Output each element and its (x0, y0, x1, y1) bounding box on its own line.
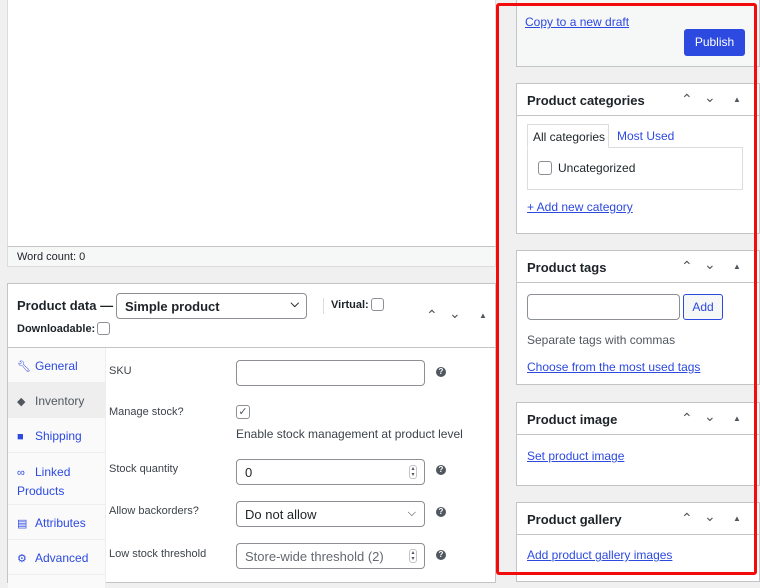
collapse-toggle-icon[interactable]: ▲ (479, 311, 487, 320)
manage-stock-label: Manage stock? (109, 406, 184, 418)
downloadable-label: Downloadable: (17, 323, 96, 335)
help-icon[interactable]: ? (436, 507, 446, 517)
tab-label: Products (17, 484, 65, 498)
divider (323, 298, 324, 314)
downloadable-checkbox[interactable] (97, 322, 111, 335)
word-count: Word count: 0 (7, 246, 496, 267)
tab-label: General (35, 359, 78, 373)
virtual-label: Virtual: (331, 299, 369, 311)
gear-icon: ⚙ (17, 553, 27, 565)
tab-linked-products[interactable]: ∞ Linked Products (8, 453, 106, 505)
product-gallery-header: Product gallery ⌃ ⌄ ▲ (517, 503, 759, 535)
move-up-icon[interactable]: ⌃ (681, 258, 693, 275)
truck-icon: ■ (17, 431, 24, 443)
copy-to-draft-link[interactable]: Copy to a new draft (525, 15, 629, 29)
product-categories-header: Product categories ⌃ ⌄ ▲ (517, 84, 759, 116)
product-gallery-box: Product gallery ⌃ ⌄ ▲ Add product galler… (516, 502, 760, 582)
tab-most-used[interactable]: Most Used (617, 129, 674, 143)
publish-box: Copy to a new draft Publish (516, 0, 760, 67)
move-down-icon[interactable]: ⌄ (704, 508, 716, 525)
category-label: Uncategorized (558, 161, 636, 175)
help-icon[interactable]: ? (436, 550, 446, 560)
sku-input[interactable] (236, 360, 425, 386)
tab-label: Inventory (35, 394, 85, 408)
choose-most-used-tags-link[interactable]: Choose from the most used tags (527, 360, 700, 374)
backorders-value: Do not allow (245, 507, 317, 522)
wrench-icon: 🔧︎ (17, 361, 31, 373)
tab-all-categories[interactable]: All categories (527, 124, 609, 148)
stock-quantity-value: 0 (245, 465, 253, 480)
move-up-icon[interactable]: ⌃ (681, 91, 693, 108)
sku-label: SKU (109, 365, 132, 377)
low-stock-placeholder: Store-wide threshold (2) (245, 549, 384, 564)
product-image-header: Product image ⌃ ⌄ ▲ (517, 403, 759, 435)
backorders-label: Allow backorders? (109, 505, 199, 517)
tags-hint: Separate tags with commas (527, 333, 676, 347)
product-gallery-title: Product gallery (527, 512, 622, 527)
help-icon[interactable]: ? (436, 367, 446, 377)
collapse-toggle-icon[interactable]: ▲ (733, 414, 741, 423)
tab-attributes[interactable]: ▤ Attributes (8, 505, 106, 540)
move-up-icon[interactable]: ⌃ (426, 307, 438, 324)
tab-advanced[interactable]: ⚙ Advanced (8, 540, 106, 575)
virtual-option: Virtual: (331, 298, 384, 311)
low-stock-input[interactable]: Store-wide threshold (2) ▴ ▾ (236, 543, 425, 569)
move-down-icon[interactable]: ⌄ (449, 305, 461, 322)
product-image-box: Product image ⌃ ⌄ ▲ Set product image (516, 402, 760, 486)
move-up-icon[interactable]: ⌃ (681, 510, 693, 527)
chevron-down-icon: ⌵ (290, 298, 299, 310)
product-image-title: Product image (527, 412, 618, 427)
chevron-down-icon: ⌵ (407, 507, 416, 519)
manage-stock-description: Enable stock management at product level (236, 427, 463, 441)
move-down-icon[interactable]: ⌄ (704, 256, 716, 273)
product-tags-title: Product tags (527, 260, 607, 275)
product-tags-box: Product tags ⌃ ⌄ ▲ Add Separate tags wit… (516, 250, 760, 385)
product-tags-header: Product tags ⌃ ⌄ ▲ (517, 251, 759, 283)
add-gallery-images-link[interactable]: Add product gallery images (527, 548, 672, 562)
stock-quantity-label: Stock quantity (109, 463, 179, 475)
tab-label: Linked (35, 465, 71, 479)
tab-general[interactable]: 🔧︎ General (8, 348, 106, 383)
tag-icon: ◆ (17, 396, 26, 408)
tab-label: Attributes (35, 516, 86, 530)
virtual-checkbox[interactable] (370, 298, 384, 311)
manage-stock-checkbox[interactable]: ✓ (236, 405, 250, 419)
stock-quantity-input[interactable]: 0 ▴ ▾ (236, 459, 425, 485)
help-icon[interactable]: ? (436, 465, 446, 475)
product-categories-box: Product categories ⌃ ⌄ ▲ All categories … (516, 83, 760, 234)
product-type-select[interactable]: Simple product ⌵ (116, 293, 307, 319)
move-up-icon[interactable]: ⌃ (681, 410, 693, 427)
add-tag-button[interactable]: Add (683, 294, 723, 320)
collapse-toggle-icon[interactable]: ▲ (733, 95, 741, 104)
category-list: Uncategorized (527, 147, 743, 190)
publish-button[interactable]: Publish (684, 29, 745, 56)
product-data-tabs: 🔧︎ General ◆ Inventory ■ Shipping ∞ Linked P… (8, 348, 106, 588)
add-new-category-link[interactable]: + Add new category (527, 200, 633, 214)
low-stock-label: Low stock threshold (109, 548, 207, 560)
product-data-header: Product data — Simple product ⌵ Virtual:… (8, 284, 495, 348)
move-down-icon[interactable]: ⌄ (704, 89, 716, 106)
tag-input[interactable] (527, 294, 680, 320)
content-editor[interactable] (7, 0, 496, 267)
category-checkbox[interactable] (538, 161, 552, 175)
backorders-select[interactable]: Do not allow ⌵ (236, 501, 425, 527)
collapse-toggle-icon[interactable]: ▲ (733, 514, 741, 523)
collapse-toggle-icon[interactable]: ▲ (733, 262, 741, 271)
tab-label: Advanced (35, 551, 89, 565)
spinner-icon[interactable]: ▴ ▾ (409, 465, 417, 479)
move-down-icon[interactable]: ⌄ (704, 408, 716, 425)
link-icon: ∞ (17, 467, 25, 479)
list-icon: ▤ (17, 518, 28, 530)
downloadable-option: Downloadable: (17, 322, 111, 335)
category-item[interactable]: Uncategorized (538, 161, 635, 175)
tab-label: Shipping (35, 429, 82, 443)
product-type-value: Simple product (125, 299, 220, 314)
tab-shipping[interactable]: ■ Shipping (8, 418, 106, 453)
tab-label: All categories (533, 130, 606, 144)
spinner-icon[interactable]: ▴ ▾ (409, 549, 417, 563)
product-data-title: Product data — (17, 298, 114, 313)
set-product-image-link[interactable]: Set product image (527, 449, 624, 463)
tab-inventory[interactable]: ◆ Inventory (8, 383, 106, 418)
product-categories-title: Product categories (527, 93, 645, 108)
